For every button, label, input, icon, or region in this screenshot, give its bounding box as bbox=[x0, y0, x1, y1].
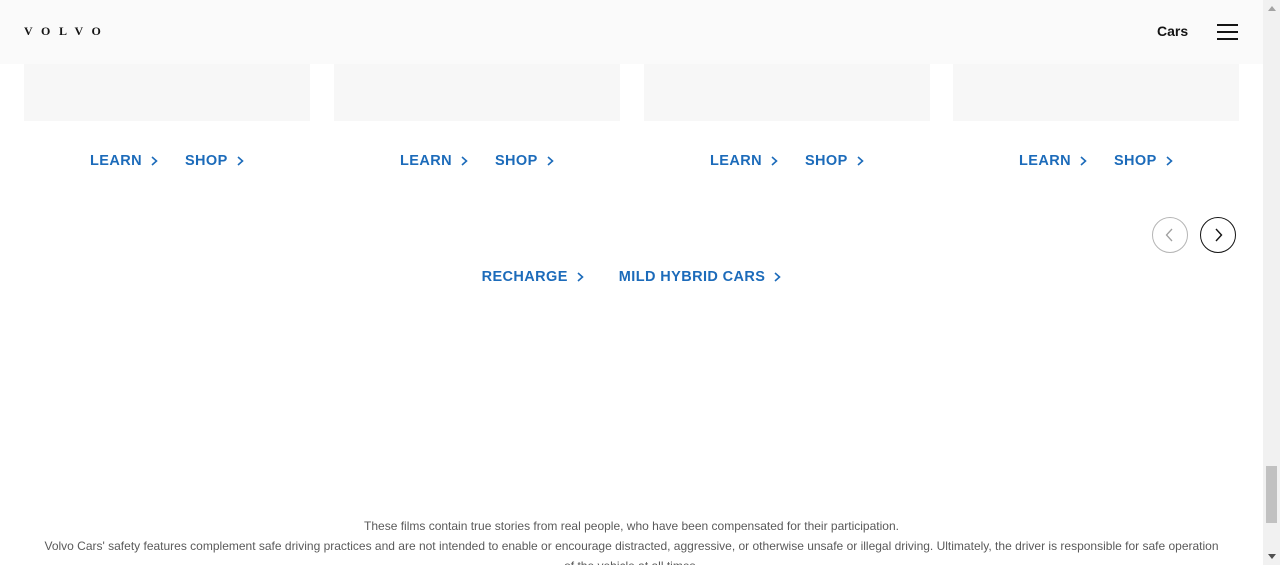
chevron-right-icon bbox=[1166, 156, 1173, 166]
car-card-image[interactable] bbox=[953, 64, 1239, 121]
shop-link[interactable]: SHOP bbox=[185, 153, 244, 169]
shop-link[interactable]: SHOP bbox=[1114, 153, 1173, 169]
mild-hybrid-cars-link[interactable]: MILD HYBRID CARS bbox=[619, 269, 782, 285]
carousel-prev-button[interactable] bbox=[1152, 217, 1188, 253]
chevron-right-icon bbox=[1080, 156, 1087, 166]
shop-label: SHOP bbox=[494, 153, 538, 169]
chevron-right-icon bbox=[1215, 228, 1223, 242]
recharge-label: RECHARGE bbox=[481, 269, 568, 285]
shop-link[interactable]: SHOP bbox=[495, 153, 554, 169]
chevron-right-icon bbox=[857, 156, 864, 166]
vertical-scrollbar[interactable] bbox=[1263, 0, 1280, 565]
chevron-right-icon bbox=[237, 156, 244, 166]
shop-label: SHOP bbox=[184, 153, 228, 169]
disclaimer-line: These films contain true stories from re… bbox=[364, 519, 899, 533]
learn-label: LEARN bbox=[710, 153, 762, 169]
site-header: VOLVO Cars bbox=[0, 0, 1263, 64]
nav-cars-link[interactable]: Cars bbox=[1157, 23, 1188, 39]
category-links: RECHARGE MILD HYBRID CARS bbox=[0, 269, 1263, 285]
hamburger-menu-icon[interactable] bbox=[1215, 22, 1239, 42]
car-card-image[interactable] bbox=[644, 64, 930, 121]
car-card-links: LEARN SHOP bbox=[90, 151, 244, 171]
shop-link[interactable]: SHOP bbox=[805, 153, 864, 169]
learn-link[interactable]: LEARN bbox=[1019, 153, 1087, 169]
scroll-up-arrow-icon[interactable] bbox=[1263, 0, 1280, 17]
learn-label: LEARN bbox=[1019, 153, 1071, 169]
chevron-right-icon bbox=[461, 156, 468, 166]
learn-label: LEARN bbox=[90, 153, 142, 169]
shop-label: SHOP bbox=[804, 153, 848, 169]
recharge-link[interactable]: RECHARGE bbox=[482, 269, 584, 285]
learn-link[interactable]: LEARN bbox=[710, 153, 778, 169]
chevron-right-icon bbox=[771, 156, 778, 166]
carousel-next-button[interactable] bbox=[1200, 217, 1236, 253]
learn-label: LEARN bbox=[400, 153, 452, 169]
car-card-image[interactable] bbox=[334, 64, 620, 121]
scroll-down-arrow-icon[interactable] bbox=[1263, 548, 1280, 565]
car-card-image[interactable] bbox=[24, 64, 310, 121]
chevron-left-icon bbox=[1165, 228, 1173, 242]
learn-link[interactable]: LEARN bbox=[90, 153, 158, 169]
chevron-right-icon bbox=[547, 156, 554, 166]
car-card-links: LEARN SHOP bbox=[710, 151, 864, 171]
shop-label: SHOP bbox=[1113, 153, 1157, 169]
page: VOLVO Cars LEARN SHOP LEARN SHOP LEARN S… bbox=[0, 0, 1263, 565]
disclaimer-line: Volvo Cars' safety features complement s… bbox=[44, 539, 1219, 565]
chevron-right-icon bbox=[151, 156, 158, 166]
car-card-links: LEARN SHOP bbox=[1019, 151, 1173, 171]
mild-hybrid-label: MILD HYBRID CARS bbox=[618, 269, 766, 285]
chevron-right-icon bbox=[577, 272, 584, 282]
learn-link[interactable]: LEARN bbox=[400, 153, 468, 169]
volvo-logo[interactable]: VOLVO bbox=[24, 24, 109, 39]
scrollbar-thumb[interactable] bbox=[1266, 466, 1277, 523]
chevron-right-icon bbox=[774, 272, 782, 282]
car-card-links: LEARN SHOP bbox=[400, 151, 554, 171]
disclaimer: These films contain true stories from re… bbox=[40, 516, 1223, 565]
